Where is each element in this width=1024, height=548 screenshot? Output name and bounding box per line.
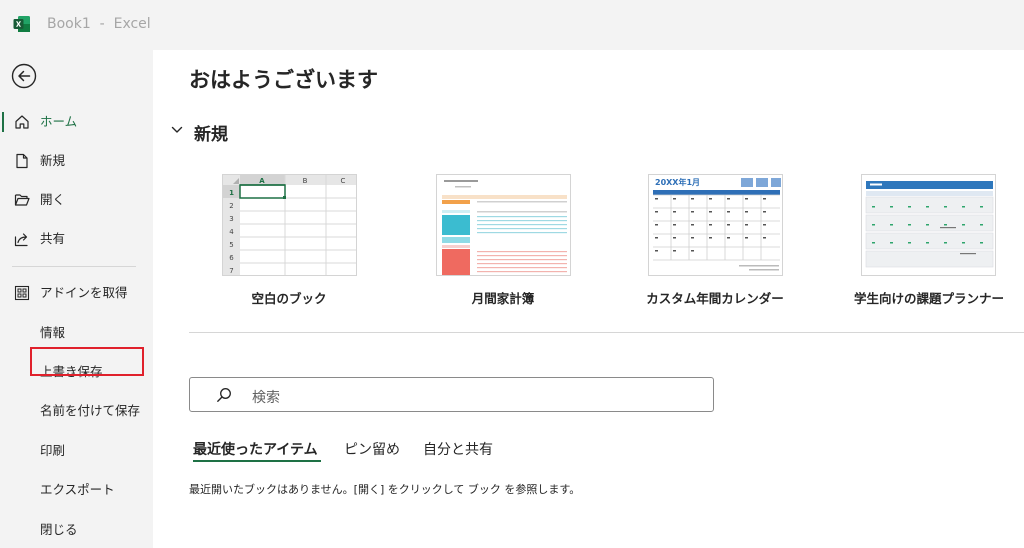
row-header: 7 xyxy=(229,267,233,275)
sidebar-item-info[interactable]: 情報 xyxy=(0,316,153,350)
back-arrow-icon[interactable] xyxy=(11,63,37,89)
sidebar-item-open[interactable]: 開く xyxy=(0,183,153,217)
sidebar-item-print[interactable]: 印刷 xyxy=(0,434,153,468)
sidebar-item-label: 共有 xyxy=(40,231,66,246)
sidebar-item-get-addins[interactable]: アドインを取得 xyxy=(0,276,153,310)
sidebar-item-label: 新規 xyxy=(40,153,66,168)
planner-preview xyxy=(862,175,995,275)
active-indicator xyxy=(2,112,4,132)
sidebar-item-export[interactable]: エクスポート xyxy=(0,473,153,507)
template-student-assignment-planner[interactable]: 学生向けの課題プランナー xyxy=(793,174,1004,314)
excel-logo-icon xyxy=(13,16,30,32)
sidebar-item-label: 情報 xyxy=(40,325,66,340)
sidebar-item-label: 閉じる xyxy=(40,522,78,537)
column-header-b: B xyxy=(303,177,308,185)
blank-sheet-preview: A B C 1 2 3 4 5 6 7 xyxy=(223,175,356,275)
chevron-down-icon[interactable] xyxy=(170,123,184,137)
sidebar-item-label: 名前を付けて保存 xyxy=(40,403,141,418)
column-header-c: C xyxy=(341,177,346,185)
calendar-preview: 20XX年1月 xyxy=(649,175,782,275)
template-thumbnail xyxy=(861,174,996,276)
column-header-a: A xyxy=(259,177,265,185)
sidebar-item-home[interactable]: ホーム xyxy=(0,105,153,139)
row-header: 3 xyxy=(229,215,233,223)
sidebar-item-close[interactable]: 閉じる xyxy=(0,513,153,547)
template-blank-workbook[interactable]: A B C 1 2 3 4 5 6 7 空白のブック xyxy=(160,174,360,314)
calendar-month-title: 20XX年1月 xyxy=(655,177,700,187)
tab-active-underline xyxy=(193,460,321,462)
search-icon xyxy=(217,388,231,402)
sidebar-item-label: 印刷 xyxy=(40,443,66,458)
template-monthly-budget[interactable]: 月間家計簿 xyxy=(370,174,571,314)
template-caption: 学生向けの課題プランナー xyxy=(853,291,1004,306)
backstage-main: おはようございます 新規 A B C 1 2 3 4 5 6 7 空白のブック … xyxy=(153,50,1024,548)
row-header: 1 xyxy=(229,189,234,197)
sidebar-item-new[interactable]: 新規 xyxy=(0,144,153,178)
template-thumbnail: A B C 1 2 3 4 5 6 7 xyxy=(222,174,357,276)
add-ins-icon xyxy=(14,285,30,301)
sidebar-item-share[interactable]: 共有 xyxy=(0,222,153,256)
sidebar-item-label: アドインを取得 xyxy=(40,285,128,300)
budget-sheet-preview xyxy=(437,175,570,275)
sidebar-item-label: エクスポート xyxy=(40,482,115,497)
template-caption: 月間家計簿 xyxy=(471,291,535,306)
sidebar-item-label: ホーム xyxy=(40,114,78,129)
tab-pinned[interactable]: ピン留め xyxy=(344,439,400,459)
greeting-heading: おはようございます xyxy=(189,68,378,92)
share-icon xyxy=(14,233,28,247)
row-header: 6 xyxy=(229,254,234,262)
home-icon xyxy=(15,115,29,129)
search-input[interactable]: 検索 xyxy=(252,387,280,407)
template-custom-yearly-calendar[interactable]: 20XX年1月 カスタム年間カレンダー xyxy=(581,174,784,314)
section-divider xyxy=(189,332,1024,333)
template-thumbnail: 20XX年1月 xyxy=(648,174,783,276)
tab-shared-with-me[interactable]: 自分と共有 xyxy=(423,439,493,459)
sidebar-item-label: 開く xyxy=(40,192,66,207)
search-box[interactable]: 検索 xyxy=(189,377,714,412)
row-header: 2 xyxy=(229,202,233,210)
template-thumbnail xyxy=(436,174,571,276)
new-document-icon xyxy=(16,153,28,169)
sidebar-divider xyxy=(12,266,136,267)
tab-recent[interactable]: 最近使ったアイテム xyxy=(193,439,318,459)
save-as-highlight-box xyxy=(30,347,144,376)
template-caption: カスタム年間カレンダー xyxy=(646,291,784,306)
new-section-title: 新規 xyxy=(194,125,228,145)
template-caption: 空白のブック xyxy=(251,291,327,306)
row-header: 5 xyxy=(229,241,233,249)
empty-recent-message: 最近開いたブックはありません。[開く] をクリックして ブック を参照します。 xyxy=(189,483,581,496)
title-bar: Book1 - Excel xyxy=(0,0,1024,50)
backstage-sidebar: ホーム 新規 開く 共有 アドインを取得 情報 上書き保存 名前を付けて保存 印… xyxy=(0,50,153,548)
row-header: 4 xyxy=(229,228,234,236)
window-title: Book1 - Excel xyxy=(47,16,151,32)
sidebar-item-save-as[interactable]: 名前を付けて保存 xyxy=(0,394,153,428)
folder-open-icon xyxy=(14,194,30,206)
